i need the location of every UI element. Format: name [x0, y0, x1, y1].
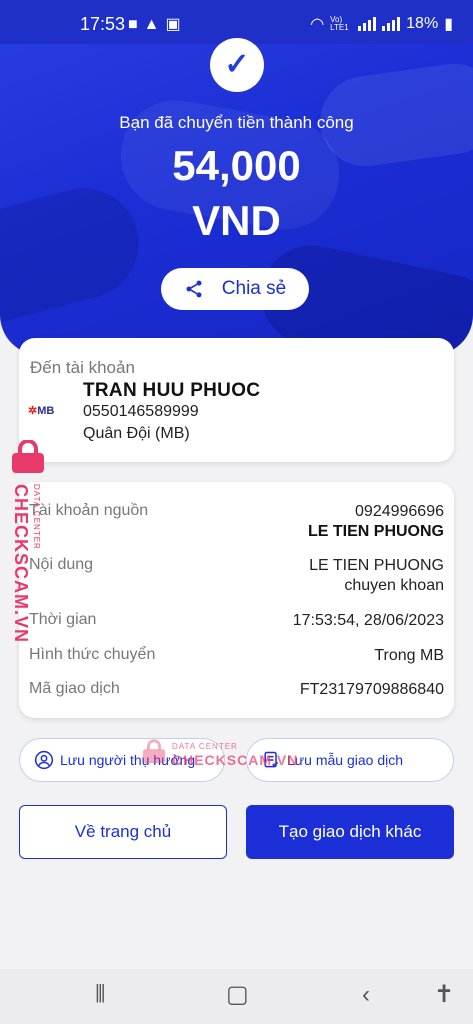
system-nav-bar: ⦀ ▢ ‹ ✝ — [0, 969, 473, 1024]
transfer-currency: VND — [192, 197, 281, 244]
detail-label: Thời gian — [29, 611, 97, 628]
save-recipient-label: Lưu người thụ hưởng — [60, 752, 196, 768]
recent-apps-icon[interactable]: ⦀ — [95, 983, 106, 1007]
success-check-badge: ✓ — [210, 38, 264, 92]
destination-label: Đến tài khoản — [30, 358, 135, 377]
detail-label: Nội dung — [29, 556, 94, 573]
detail-row-transfer-type: Hình thức chuyển Trong MB — [29, 646, 444, 668]
recipient-name: TRAN HUU PHUOC — [83, 380, 261, 401]
save-template-label: Lưu mẫu giao dịch — [287, 752, 403, 768]
share-button[interactable]: Chia sẻ — [161, 268, 309, 310]
user-circle-icon — [34, 750, 54, 770]
transaction-details-card: Tài khoản nguồn 0924996696 LE TIEN PHUONG… — [19, 482, 454, 718]
back-chevron-icon[interactable]: ‹ — [362, 983, 370, 1007]
document-icon — [264, 751, 279, 768]
check-icon: ✓ — [224, 48, 250, 81]
share-icon — [186, 280, 202, 298]
detail-value: FT23179709886840 — [299, 681, 444, 698]
detail-value: LE TIEN PHUONG chuyen khoan — [309, 557, 444, 594]
transfer-amount: 54,000 — [172, 142, 301, 189]
recipient-account-number: 0550146589999 — [83, 403, 199, 420]
detail-row-content: Nội dung LE TIEN PHUONG chuyen khoan — [29, 556, 444, 600]
home-circle-icon[interactable]: ▢ — [226, 983, 249, 1007]
save-template-button[interactable]: Lưu mẫu giao dịch — [246, 738, 454, 782]
battery-percent: 18% — [406, 15, 439, 32]
detail-value: 0924996696 LE TIEN PHUONG — [307, 503, 444, 540]
save-recipient-button[interactable]: Lưu người thụ hưởng — [19, 738, 225, 782]
home-button[interactable]: Về trang chủ — [19, 805, 227, 859]
battery-icon: ▮ — [444, 16, 453, 33]
signal-icon — [382, 17, 401, 31]
destination-card: Đến tài khoản ✲MB TRAN HUU PHUOC 0550146… — [19, 338, 454, 462]
status-right-group: ◠ Vo) LTE1 18% ▮ — [310, 14, 453, 34]
network-label: Vo) LTE1 — [330, 15, 349, 32]
square-icon: ▣ — [165, 16, 187, 33]
status-notification-icons: ■▲▣ — [128, 14, 187, 34]
detail-label: Hình thức chuyển — [29, 646, 156, 663]
share-label: Chia sẻ — [221, 278, 287, 299]
detail-row-transaction-code: Mã giao dịch FT23179709886840 — [29, 680, 444, 702]
status-time: 17:53 — [80, 14, 126, 34]
accessibility-icon[interactable]: ✝ — [434, 983, 454, 1007]
detail-row-time: Thời gian 17:53:54, 28/06/2023 — [29, 611, 444, 633]
detail-row-source-account: Tài khoản nguồn 0924996696 LE TIEN PHUONG — [29, 502, 444, 546]
detail-value: Trong MB — [374, 647, 444, 664]
success-message: Bạn đã chuyển tiền thành công — [119, 113, 354, 132]
detail-label: Mã giao dịch — [29, 680, 120, 697]
recipient-bank-name: Quân Đội (MB) — [83, 425, 190, 442]
wifi-icon: ◠ — [310, 16, 325, 33]
mb-bank-logo-icon: ✲MB — [28, 405, 55, 417]
camera-icon: ■ — [128, 16, 144, 33]
warning-icon: ▲ — [143, 16, 166, 33]
signal-icon — [358, 17, 377, 31]
new-transaction-button[interactable]: Tạo giao dịch khác — [246, 805, 454, 859]
detail-value: 17:53:54, 28/06/2023 — [292, 612, 444, 629]
detail-label: Tài khoản nguồn — [29, 502, 149, 519]
